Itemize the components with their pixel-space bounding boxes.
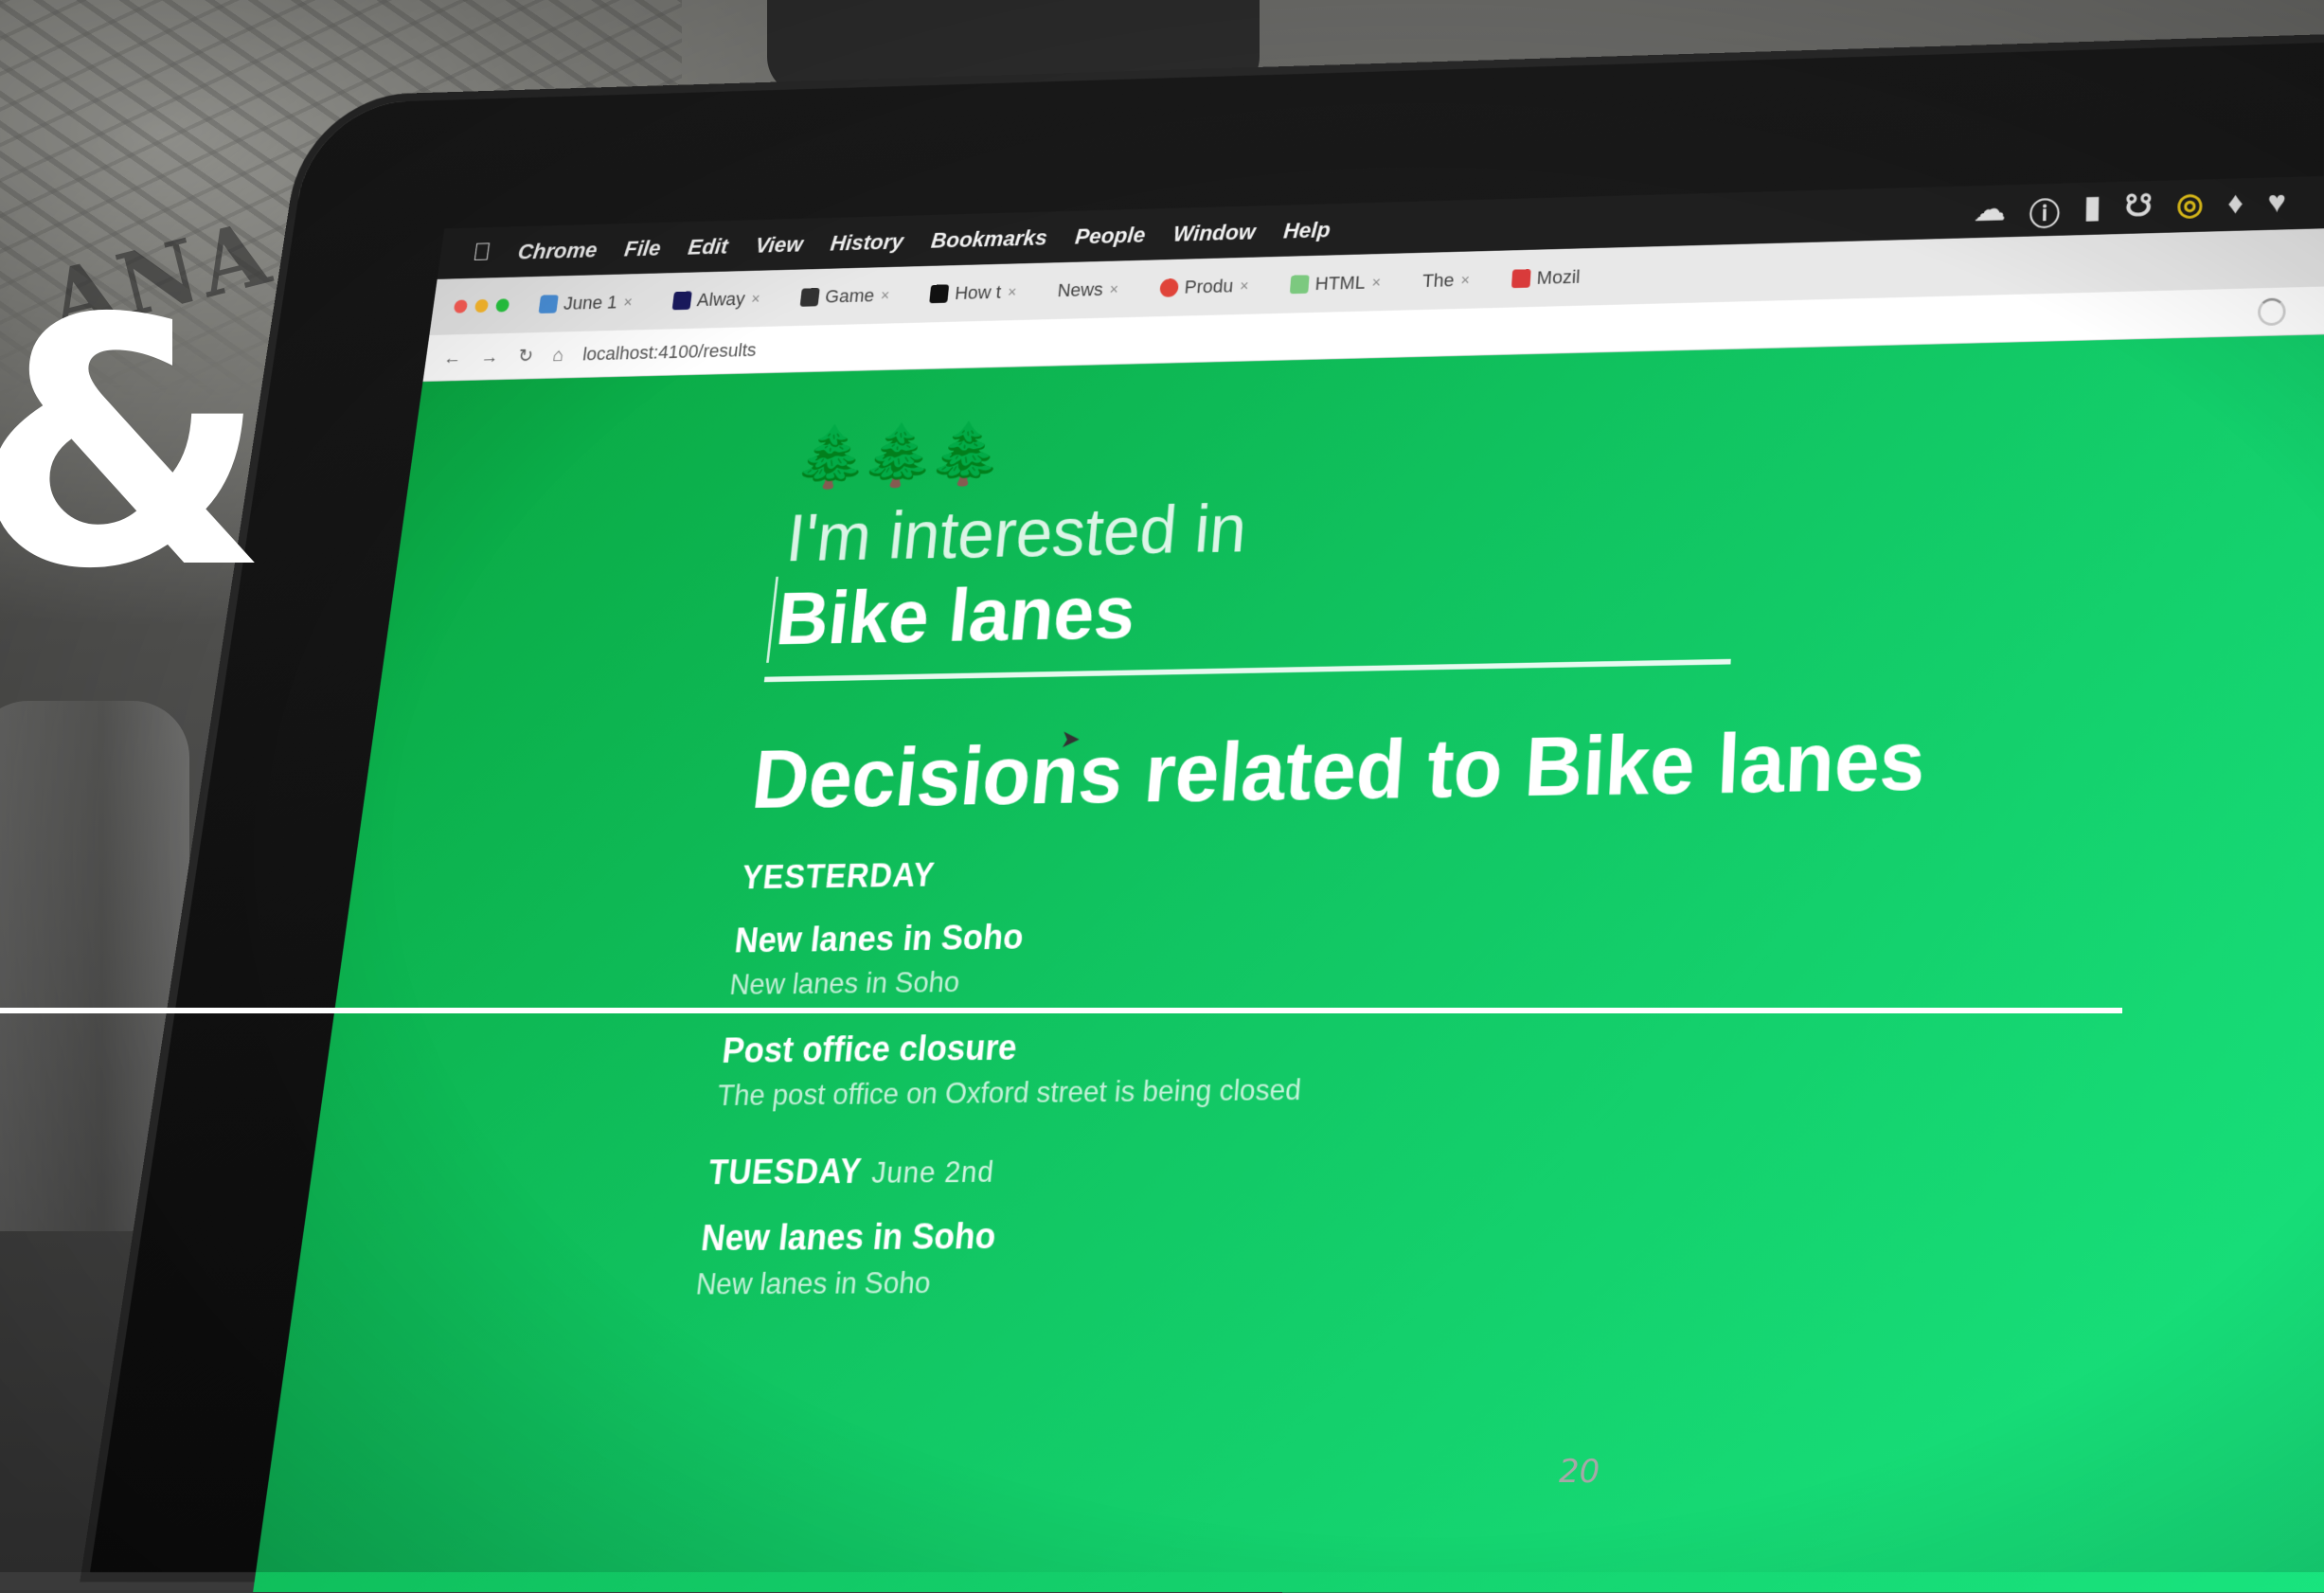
address-bar[interactable]: localhost:4100/results: [581, 339, 758, 366]
browser-tab[interactable]: News ×: [1046, 271, 1130, 310]
decision-description: New lanes in Soho: [694, 1264, 933, 1301]
browser-tab[interactable]: How t ×: [919, 274, 1028, 313]
menu-chrome[interactable]: Chrome: [516, 237, 599, 264]
close-window-icon[interactable]: [453, 299, 469, 313]
day-date: June 2nd: [870, 1154, 996, 1190]
close-tab-icon[interactable]: ×: [880, 286, 890, 304]
web-page: 🌲🌲🌲 I'm interested in Bike lanes ➤ Decis…: [253, 333, 2324, 1593]
apple-menu-icon[interactable]: : [471, 239, 492, 267]
browser-tab[interactable]: June 1 ×: [527, 283, 644, 322]
browser-tab[interactable]: Produ ×: [1148, 267, 1260, 307]
menu-view[interactable]: View: [754, 231, 804, 258]
decision-description: The post office on Oxford street is bein…: [715, 1072, 1303, 1112]
close-tab-icon[interactable]: ×: [1239, 277, 1250, 295]
decision-title[interactable]: Post office closure: [720, 1029, 1019, 1071]
day-heading: TUESDAY June 2nd: [706, 1152, 996, 1192]
tab-favicon-icon: [1511, 269, 1531, 289]
decisions-heading: Decisions related to Bike lanes: [747, 714, 1926, 826]
close-tab-icon[interactable]: ×: [1460, 271, 1470, 289]
slide-ampersand: &: [0, 246, 269, 643]
slide-divider-line: [0, 1008, 2122, 1013]
trees-logo-icon: 🌲🌲🌲: [792, 418, 1002, 492]
laptop:  Chrome File Edit View History Bookmark…: [89, 42, 2324, 1593]
laptop-screen:  Chrome File Edit View History Bookmark…: [253, 175, 2324, 1593]
tab-favicon-icon: [1289, 275, 1310, 295]
info-icon[interactable]: ⓘ: [2029, 190, 2060, 235]
slide-page-number: 20: [1559, 1453, 1600, 1491]
browser-tab[interactable]: The ×: [1411, 261, 1481, 300]
menu-help[interactable]: Help: [1282, 217, 1331, 244]
close-tab-icon[interactable]: ×: [1007, 283, 1017, 301]
forward-arrow-icon[interactable]: →: [479, 346, 501, 367]
topic-input-underline: [763, 658, 1731, 683]
menu-file[interactable]: File: [623, 235, 662, 261]
close-tab-icon[interactable]: ×: [1371, 274, 1382, 292]
close-tab-icon[interactable]: ×: [622, 294, 634, 312]
shield-icon[interactable]: ♥: [2267, 184, 2286, 228]
decision-title[interactable]: New lanes in Soho: [733, 919, 1026, 961]
antenna-icon[interactable]: ☋: [2124, 188, 2153, 232]
browser-tab[interactable]: HTML ×: [1278, 263, 1391, 303]
status-icons: ☁ ⓘ ▮ ☋ ◎ ♦ ♥: [1974, 184, 2286, 236]
close-tab-icon[interactable]: ×: [1109, 280, 1119, 298]
menu-history[interactable]: History: [829, 228, 905, 256]
day-heading: YESTERDAY: [740, 855, 937, 897]
cloud-icon[interactable]: ☁: [1974, 191, 2006, 236]
decision-title[interactable]: New lanes in Soho: [699, 1217, 997, 1260]
decision-description: New lanes in Soho: [727, 964, 961, 1001]
back-arrow-icon[interactable]: ←: [442, 347, 463, 368]
minimize-window-icon[interactable]: [474, 298, 490, 313]
menu-edit[interactable]: Edit: [687, 233, 729, 260]
loading-spinner-icon: [2258, 296, 2286, 326]
menu-bookmarks[interactable]: Bookmarks: [930, 224, 1048, 253]
bell-icon[interactable]: ♦: [2227, 185, 2244, 229]
close-tab-icon[interactable]: ×: [750, 290, 760, 308]
tab-favicon-icon: [538, 295, 559, 313]
tab-favicon-icon: [799, 288, 820, 307]
browser-tab[interactable]: Mozil: [1500, 259, 1591, 298]
browser-tab[interactable]: Alway ×: [661, 280, 772, 319]
reload-icon[interactable]: ↻: [517, 345, 535, 367]
interested-label: I'm interested in: [782, 490, 1250, 576]
tab-favicon-icon: [1158, 277, 1179, 297]
circle-icon[interactable]: ◎: [2176, 187, 2204, 231]
menu-people[interactable]: People: [1074, 222, 1146, 249]
tab-favicon-icon: [671, 291, 692, 311]
signal-icon[interactable]: ▮: [2083, 189, 2101, 234]
maximize-window-icon[interactable]: [494, 298, 510, 313]
tab-favicon-icon: [929, 284, 950, 304]
menu-window[interactable]: Window: [1172, 219, 1257, 247]
browser-tab[interactable]: Game ×: [789, 277, 902, 316]
window-controls: [453, 298, 510, 313]
home-icon[interactable]: ⌂: [551, 344, 564, 366]
